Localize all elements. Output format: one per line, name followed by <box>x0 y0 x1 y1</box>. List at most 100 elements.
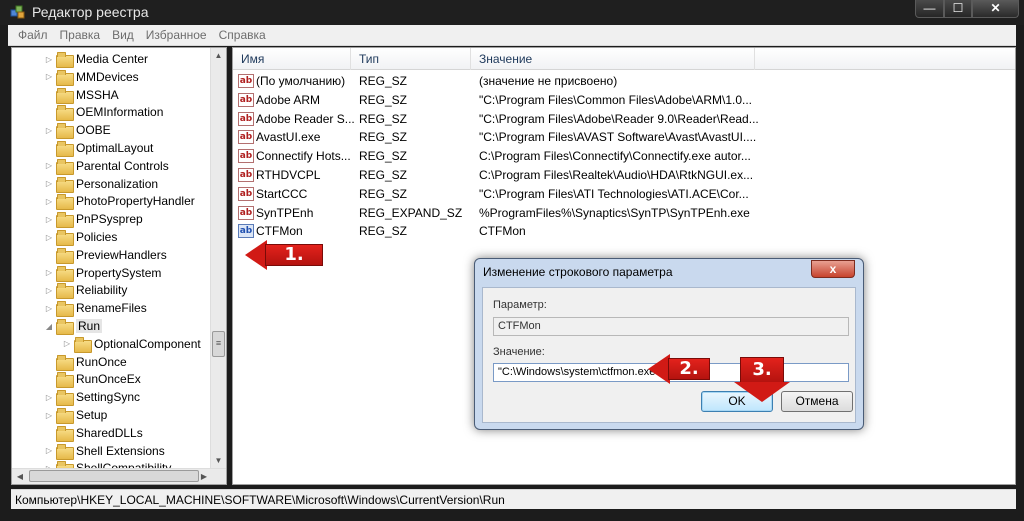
tree-item[interactable]: ▷ Parental Controls <box>44 157 169 175</box>
tree-item[interactable]: ◢ Run <box>44 317 103 335</box>
tree-item[interactable]: OEMInformation <box>44 103 163 122</box>
table-row[interactable]: ab CTFMon REG_SZ CTFMon <box>233 222 1015 241</box>
tree-item-label: Reliability <box>76 283 128 298</box>
menu-favorites[interactable]: Избранное <box>140 28 213 42</box>
string-value-icon: ab <box>238 111 254 126</box>
minimize-button[interactable]: — <box>915 0 944 18</box>
tree-horizontal-scrollbar[interactable]: ◀ ▶ <box>12 468 226 484</box>
expand-icon[interactable]: ▷ <box>44 286 54 295</box>
column-value[interactable]: Значение <box>471 48 755 70</box>
tree-item-label: PreviewHandlers <box>76 247 167 262</box>
tree-item-label: Media Center <box>76 52 149 66</box>
table-row[interactable]: ab StartCCC REG_SZ "C:\Program Files\ATI Te… <box>233 185 1015 204</box>
expand-icon[interactable]: ▷ <box>44 411 54 420</box>
menu-edit[interactable]: Правка <box>54 28 107 42</box>
horizontal-scroll-thumb[interactable] <box>29 470 199 482</box>
tree-item-label: Policies <box>76 230 118 244</box>
expand-icon[interactable]: ▷ <box>44 446 54 455</box>
value-data: "C:\Program Files\AVAST Software\Avast\A… <box>479 130 757 145</box>
table-row[interactable]: ab RTHDVCPL REG_SZ C:\Program Files\Realtek… <box>233 166 1015 185</box>
menu-file[interactable]: Файл <box>12 28 54 42</box>
value-name: (По умолчанию) <box>256 74 346 88</box>
tree-item[interactable]: ▷ MMDevices <box>44 68 139 86</box>
scroll-left-icon[interactable]: ◀ <box>12 469 28 484</box>
tree-item[interactable]: ▷ Personalization <box>44 175 158 193</box>
folder-icon <box>56 212 74 229</box>
tree-item[interactable]: ▷ Media Center <box>44 50 148 68</box>
value-label: Значение: <box>493 346 545 358</box>
expand-icon[interactable]: ▷ <box>44 55 54 64</box>
step-2-label: 2. <box>668 358 710 380</box>
expand-icon[interactable]: ▷ <box>44 304 54 313</box>
folder-icon <box>56 69 74 86</box>
scroll-down-icon[interactable]: ▼ <box>211 453 226 469</box>
tree-vertical-scrollbar[interactable]: ▲ ≡ ▼ <box>210 48 226 469</box>
table-row[interactable]: ab Adobe Reader S... REG_SZ "C:\Program Fil… <box>233 110 1015 129</box>
expand-icon[interactable]: ▷ <box>62 339 72 348</box>
scroll-right-icon[interactable]: ▶ <box>196 469 212 484</box>
title-bar[interactable]: Редактор реестра — ☐ ✕ <box>0 0 1024 25</box>
menu-view[interactable]: Вид <box>106 28 140 42</box>
column-name[interactable]: Имя <box>233 48 351 70</box>
value-data: C:\Program Files\Connectify\Connectify.e… <box>479 149 751 164</box>
tree-item-label: PhotoPropertyHandler <box>76 194 195 209</box>
tree-item[interactable]: ▷ Policies <box>44 228 117 246</box>
tree-item[interactable]: ▷ OptionalComponent <box>62 335 201 353</box>
menu-bar: Файл Правка Вид Избранное Справка <box>8 25 1016 46</box>
expand-icon[interactable]: ▷ <box>44 161 54 170</box>
expand-icon[interactable]: ▷ <box>44 197 54 206</box>
scroll-thumb[interactable]: ≡ <box>212 331 225 357</box>
tree-item[interactable]: ▷ PnPSysprep <box>44 210 143 229</box>
tree-item-label: RenameFiles <box>76 301 147 316</box>
expand-icon[interactable]: ▷ <box>44 393 54 402</box>
value-type: REG_SZ <box>359 111 408 126</box>
registry-editor-icon <box>10 5 25 19</box>
tree-item[interactable]: PreviewHandlers <box>44 246 167 264</box>
tree-item[interactable]: MSSHA <box>44 86 119 104</box>
tree-item[interactable]: ▷ SettingSync <box>44 388 140 407</box>
expand-icon[interactable]: ◢ <box>44 322 54 331</box>
tree-item[interactable]: RunOnce <box>44 353 127 371</box>
table-row[interactable]: ab SynTPEnh REG_EXPAND_SZ %ProgramFiles%\Sy… <box>233 204 1015 223</box>
tree-item[interactable]: ▷ OOBE <box>44 121 111 140</box>
key-tree: ▷ Media Center ▷ MMDevices MSSHA OEMInformati… <box>11 47 227 485</box>
maximize-button[interactable]: ☐ <box>944 0 972 18</box>
string-value-icon: ab <box>238 130 254 145</box>
tree-item-label: PnPSysprep <box>76 212 143 227</box>
dialog-close-button[interactable]: x <box>811 260 855 278</box>
expand-icon[interactable]: ▷ <box>44 179 54 188</box>
table-row[interactable]: ab Adobe ARM REG_SZ "C:\Program Files\Commo… <box>233 91 1015 110</box>
expand-icon[interactable]: ▷ <box>44 126 54 135</box>
string-value-icon: ab <box>238 92 254 107</box>
menu-help[interactable]: Справка <box>213 28 272 42</box>
tree-item[interactable]: ▷ Reliability <box>44 281 128 300</box>
value-name: CTFMon <box>256 224 303 239</box>
tree-item[interactable]: ▷ Shell Extensions <box>44 442 165 460</box>
expand-icon[interactable]: ▷ <box>44 72 54 81</box>
tree-item[interactable]: RunOnceEx <box>44 370 141 389</box>
tree-item-label: MMDevices <box>76 69 139 84</box>
folder-icon <box>56 158 74 175</box>
expand-icon[interactable]: ▷ <box>44 268 54 277</box>
value-name: AvastUI.exe <box>256 130 321 145</box>
expand-icon[interactable]: ▷ <box>44 215 54 224</box>
table-row[interactable]: ab Connectify Hots... REG_SZ C:\Program Fil… <box>233 147 1015 166</box>
tree-item-label: OptionalComponent <box>94 336 201 351</box>
tree-item[interactable]: ▷ Setup <box>44 406 107 424</box>
tree-item[interactable]: SharedDLLs <box>44 424 143 442</box>
expand-icon[interactable]: ▷ <box>44 233 54 242</box>
value-name: Adobe ARM <box>256 92 321 107</box>
tree-item[interactable]: ▷ PhotoPropertyHandler <box>44 192 195 211</box>
table-row[interactable]: ab AvastUI.exe REG_SZ "C:\Program Files\AVA… <box>233 128 1015 147</box>
string-value-icon: ab <box>238 168 254 182</box>
string-value-icon: ab <box>238 205 254 220</box>
folder-icon <box>56 354 74 371</box>
string-value-icon: ab <box>238 149 254 164</box>
scroll-up-icon[interactable]: ▲ <box>211 48 226 64</box>
column-type[interactable]: Тип <box>351 48 471 70</box>
tree-item[interactable]: OptimalLayout <box>44 139 153 157</box>
close-button[interactable]: ✕ <box>972 0 1019 18</box>
tree-item[interactable]: ▷ RenameFiles <box>44 299 147 318</box>
table-row[interactable]: ab (По умолчанию) REG_SZ (значение не присв… <box>233 72 1015 91</box>
tree-item[interactable]: ▷ PropertySystem <box>44 264 161 282</box>
